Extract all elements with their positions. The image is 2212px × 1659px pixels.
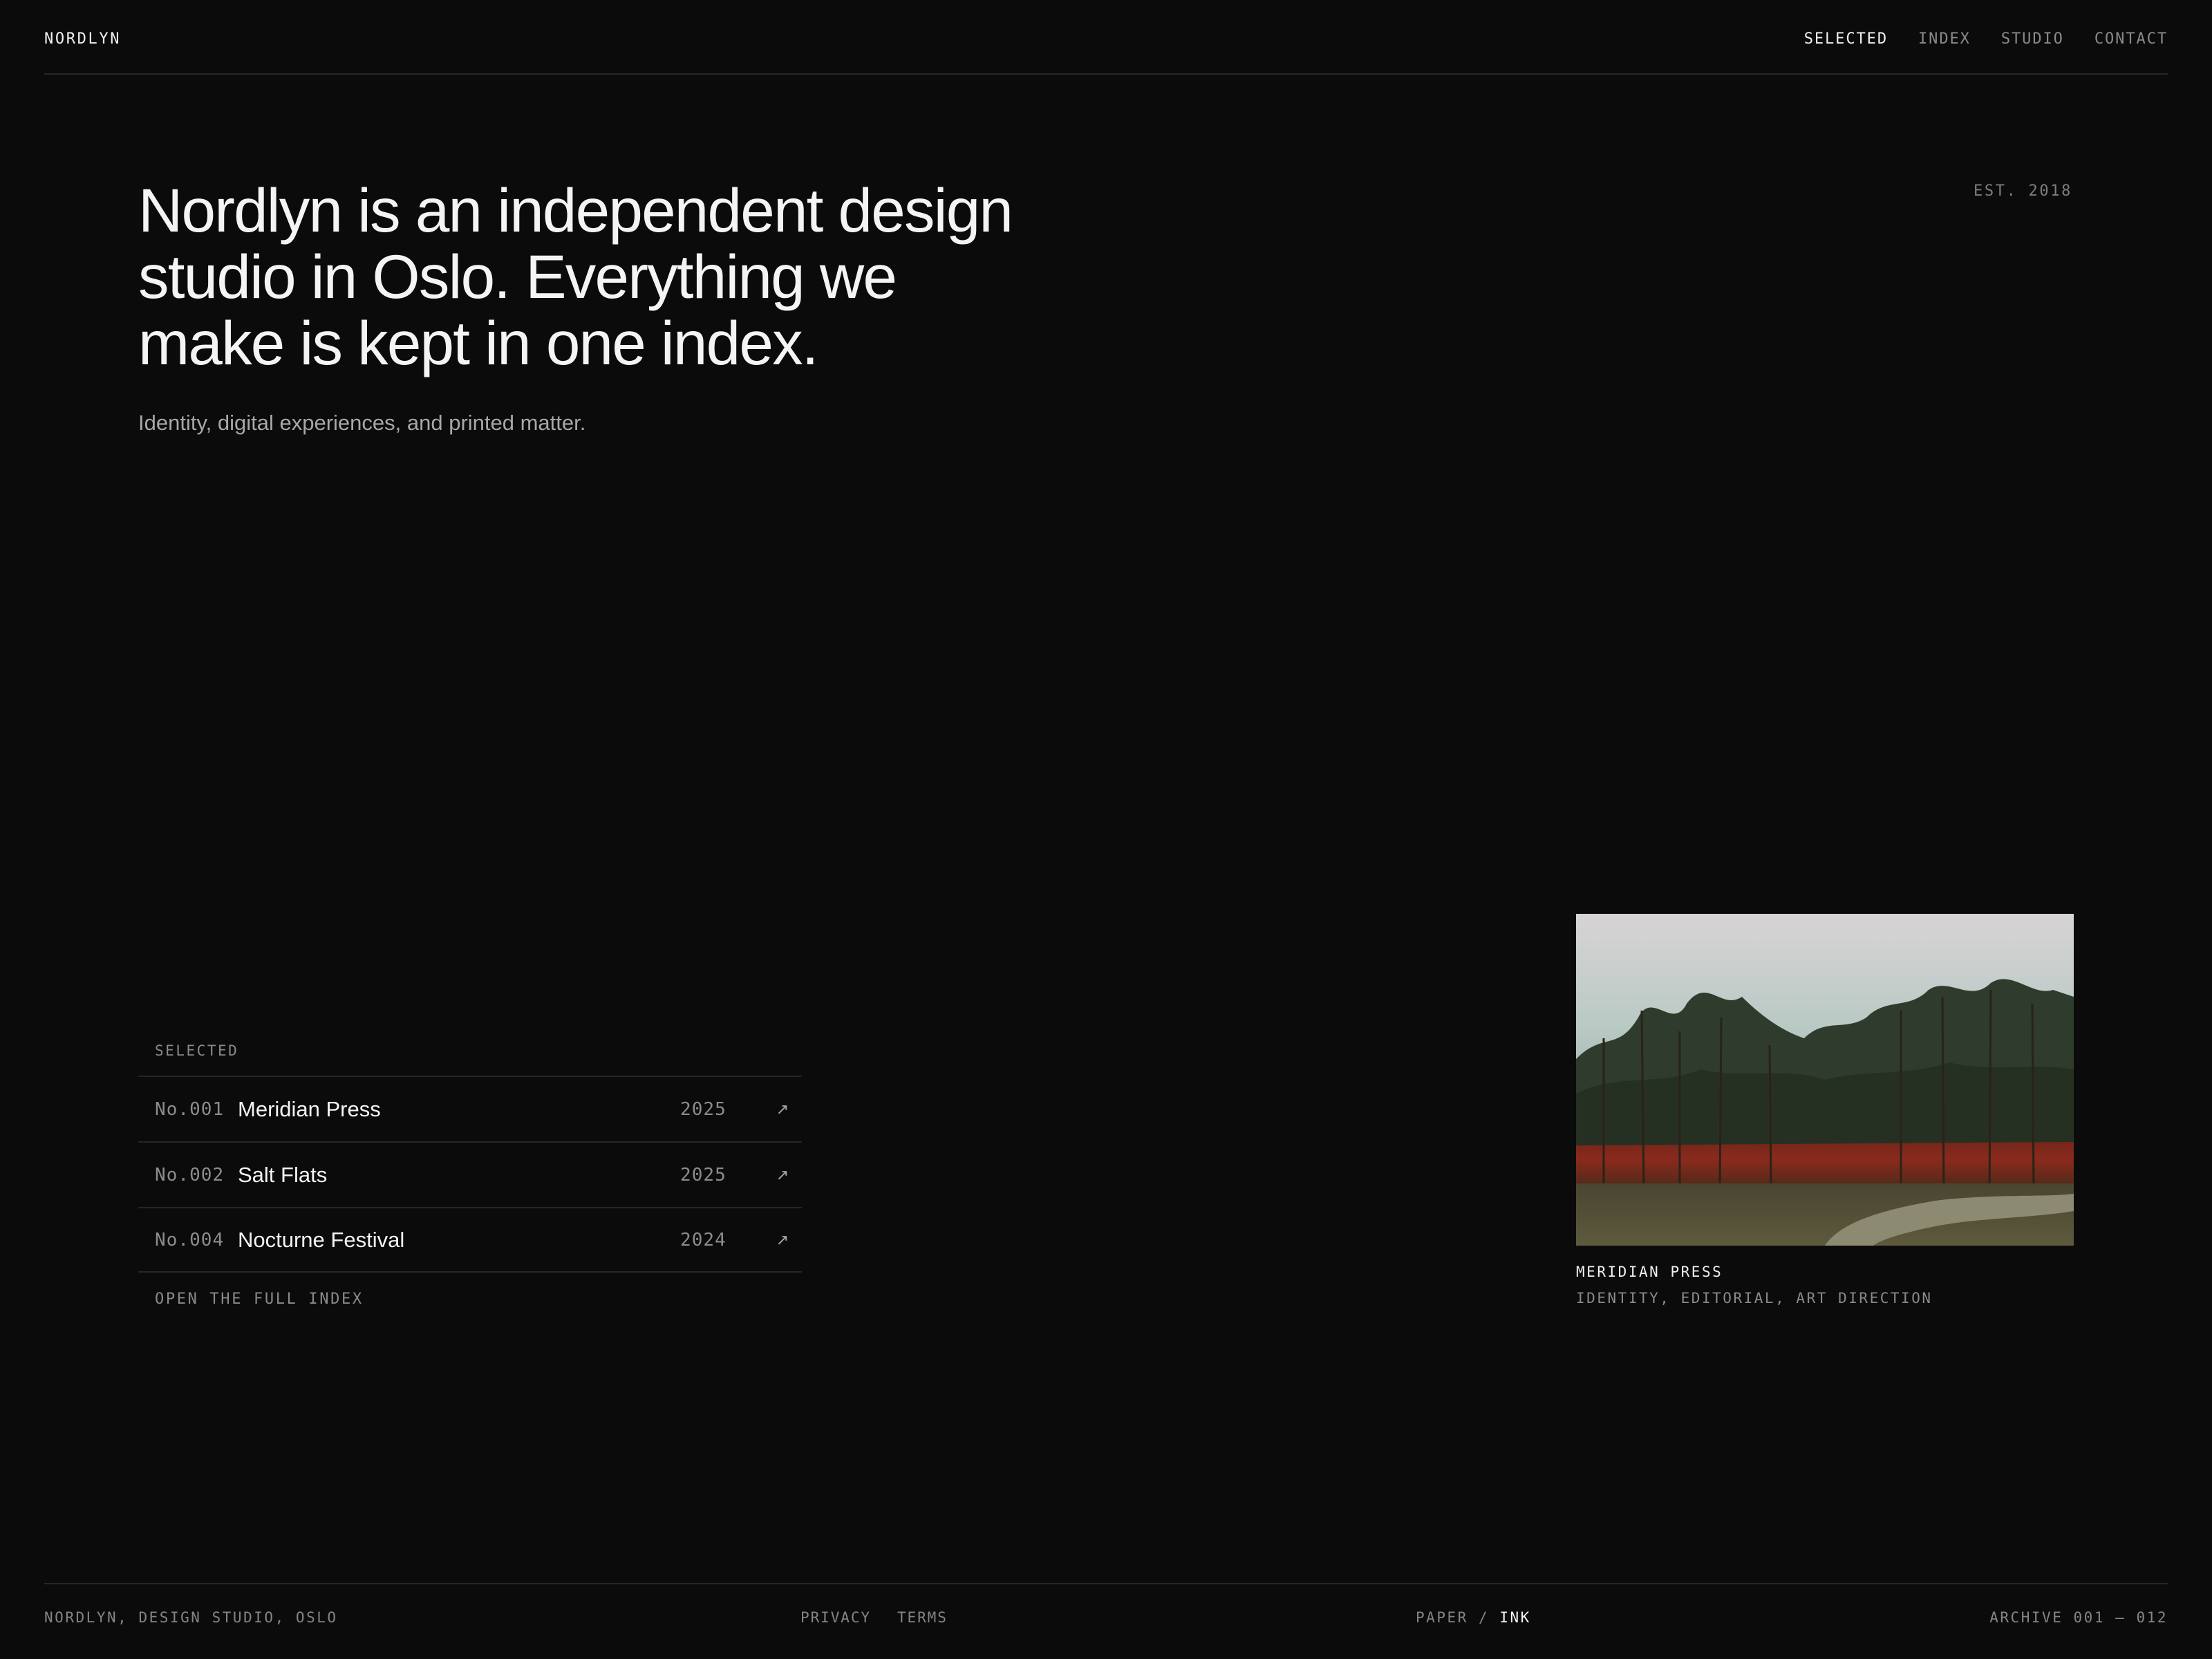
project-row[interactable]: No.004 Nocturne Festival 2024 ↗	[138, 1207, 802, 1273]
logo[interactable]: NORDLYN	[44, 30, 121, 48]
open-full-index-link[interactable]: OPEN THE FULL INDEX	[138, 1291, 802, 1308]
project-number: No.001	[155, 1098, 225, 1120]
project-year: 2025	[680, 1164, 727, 1185]
established-label: EST. 2018	[1974, 182, 2072, 200]
theme-ink-option[interactable]: INK	[1499, 1609, 1531, 1626]
terms-link[interactable]: TERMS	[897, 1609, 948, 1626]
project-year: 2025	[680, 1098, 727, 1120]
arrow-up-right-icon: ↗	[776, 1100, 789, 1118]
project-row[interactable]: No.001 Meridian Press 2025 ↗	[138, 1076, 802, 1141]
project-row[interactable]: No.002 Salt Flats 2025 ↗	[138, 1141, 802, 1207]
featured-project-title: MERIDIAN PRESS	[1576, 1264, 1723, 1280]
hero-title: Nordlyn is an independent design studio …	[138, 176, 1013, 377]
featured-project-image[interactable]	[1576, 914, 2074, 1246]
site-footer: NORDLYN, DESIGN STUDIO, OSLO PRIVACY TER…	[44, 1583, 2168, 1659]
theme-switcher: PAPER / INK	[1416, 1609, 1531, 1626]
arrow-up-right-icon: ↗	[776, 1230, 789, 1248]
selected-list: SELECTED No.001 Meridian Press 2025 ↗ No…	[138, 1034, 802, 1308]
nav-studio[interactable]: STUDIO	[2001, 30, 2064, 48]
project-year: 2024	[680, 1229, 727, 1250]
project-number: No.004	[155, 1229, 225, 1250]
footer-studio: NORDLYN, DESIGN STUDIO, OSLO	[44, 1609, 338, 1626]
featured-project-tags: IDENTITY, EDITORIAL, ART DIRECTION	[1576, 1290, 1933, 1306]
arrow-up-right-icon: ↗	[776, 1165, 789, 1183]
archive-range: ARCHIVE 001 – 012	[1989, 1609, 2168, 1626]
nav-index[interactable]: INDEX	[1918, 30, 1971, 48]
featured-project: MERIDIAN PRESS IDENTITY, EDITORIAL, ART …	[1576, 914, 2074, 1306]
project-name: Nocturne Festival	[238, 1227, 405, 1252]
theme-separator: /	[1479, 1609, 1490, 1626]
privacy-link[interactable]: PRIVACY	[800, 1609, 871, 1626]
selected-heading: SELECTED	[155, 1042, 239, 1059]
project-name: Meridian Press	[238, 1096, 381, 1121]
nav-selected[interactable]: SELECTED	[1804, 30, 1888, 48]
hero-subtitle: Identity, digital experiences, and print…	[138, 411, 586, 435]
nav-contact[interactable]: CONTACT	[2094, 30, 2168, 48]
theme-paper-option[interactable]: PAPER	[1416, 1609, 1468, 1626]
main-nav: SELECTED INDEX STUDIO CONTACT	[1804, 30, 2168, 48]
site-header: NORDLYN SELECTED INDEX STUDIO CONTACT	[44, 0, 2168, 75]
footer-links: PRIVACY TERMS	[800, 1609, 948, 1626]
project-name: Salt Flats	[238, 1162, 328, 1187]
project-number: No.002	[155, 1164, 225, 1185]
